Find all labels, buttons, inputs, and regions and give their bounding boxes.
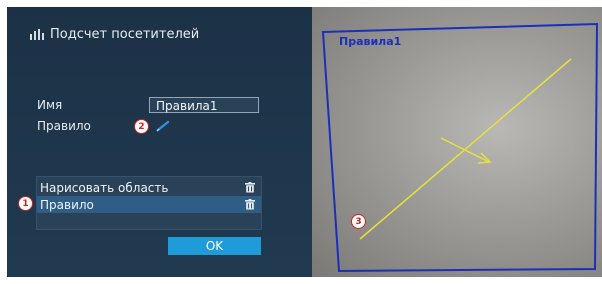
rule-list: Нарисовать область Правило <box>36 176 262 230</box>
callout-badge-3: 3 <box>351 214 366 229</box>
name-label: Имя <box>37 98 63 112</box>
bar-chart-icon <box>30 28 44 40</box>
name-input[interactable]: Правила1 <box>149 97 259 113</box>
callout-badge-1: 1 <box>18 196 33 211</box>
settings-panel <box>7 7 312 277</box>
ok-button[interactable]: OK <box>168 237 261 255</box>
area-label: Правила1 <box>339 35 402 48</box>
list-item-label: Нарисовать область <box>40 180 169 195</box>
dialog-title: Подсчет посетителей <box>50 26 200 42</box>
trash-icon[interactable] <box>245 182 255 193</box>
direction-arrow <box>440 137 490 163</box>
list-item-draw-area[interactable]: Нарисовать область <box>37 179 261 196</box>
list-item-rule[interactable]: Правило <box>37 196 261 213</box>
trash-icon[interactable] <box>245 199 255 210</box>
camera-preview[interactable]: Правила1 3 <box>312 7 602 277</box>
pencil-icon[interactable] <box>156 120 170 132</box>
callout-badge-2: 2 <box>134 119 149 134</box>
counting-rule-line <box>359 58 572 240</box>
rule-label: Правило <box>37 119 91 133</box>
dialog-header: Подсчет посетителей <box>30 26 199 42</box>
list-item-label: Правило <box>40 197 94 212</box>
